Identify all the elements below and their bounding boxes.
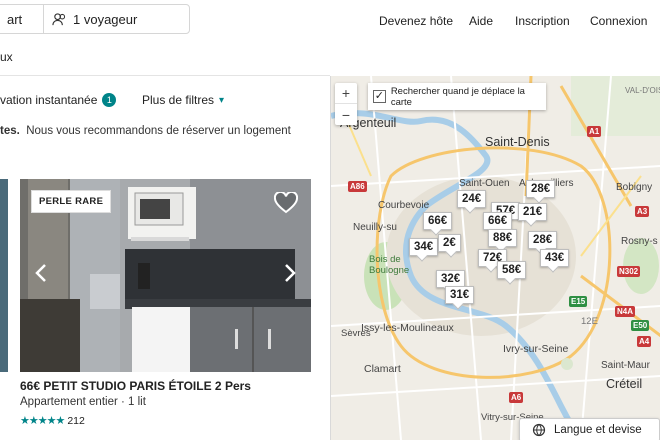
- top-bar: art 1 voyageur Devenez hôte Aide Inscrip…: [0, 0, 660, 42]
- price-pin[interactable]: 31€: [445, 286, 475, 304]
- price-pin[interactable]: 2€: [438, 234, 461, 252]
- price-pin[interactable]: 28€: [528, 231, 558, 249]
- language-currency-label: Langue et devise: [554, 424, 642, 436]
- road-e15: E15: [569, 296, 588, 307]
- price-pin[interactable]: 66€: [483, 212, 513, 230]
- rating-stars: ★★★★★: [20, 415, 65, 427]
- nav-signup[interactable]: Inscription: [515, 14, 570, 28]
- price-pin[interactable]: 34€: [409, 238, 439, 256]
- map-label-issy: Issy-les-Moulineaux: [361, 322, 454, 334]
- map[interactable]: Argenteuil Saint-Denis Saint-Ouen Auberv…: [330, 76, 660, 440]
- date-field[interactable]: art: [0, 4, 44, 34]
- price-pin[interactable]: 66€: [423, 212, 453, 230]
- map-label-saint-maur: Saint-Maur: [601, 360, 650, 371]
- zoom-in-button[interactable]: +: [335, 83, 357, 104]
- map-label-saint-ouen: Saint-Ouen: [459, 178, 510, 189]
- road-e50: E50: [631, 320, 650, 331]
- search-when-moving-toggle[interactable]: ✓ Rechercher quand je déplace la carte: [368, 83, 546, 110]
- zoom-out-button[interactable]: −: [335, 104, 357, 125]
- map-label-bois-de-boulogne: Bois de Boulogne: [369, 254, 410, 276]
- map-label-clamart: Clamart: [364, 363, 401, 375]
- heart-icon[interactable]: [274, 192, 298, 214]
- checkbox-checked-icon[interactable]: ✓: [373, 90, 386, 103]
- review-count: 212: [67, 414, 85, 427]
- chevron-left-icon[interactable]: [33, 262, 49, 284]
- guests-field[interactable]: 1 voyageur: [43, 4, 190, 34]
- price-pin[interactable]: 58€: [497, 261, 527, 279]
- zoom-control: + −: [335, 83, 357, 125]
- map-label-sevres: Sèvres: [341, 328, 371, 339]
- listing-rating: ★★★★★ 212: [20, 414, 85, 428]
- map-label-12e: 12E: [581, 316, 598, 327]
- info-body: Nous vous recommandons de réserver un lo…: [26, 125, 291, 137]
- language-currency-button[interactable]: Langue et devise: [519, 418, 660, 440]
- map-label-ivry: Ivry-sur-Seine: [503, 343, 569, 355]
- divider: [0, 75, 330, 76]
- map-label-neuilly: Neuilly-su: [353, 222, 397, 233]
- road-n302: N302: [617, 266, 641, 277]
- guests-text: 1 voyageur: [73, 11, 138, 27]
- previous-listing-photo[interactable]: [0, 179, 8, 372]
- road-a4: A4: [637, 336, 652, 347]
- nav-help[interactable]: Aide: [469, 14, 493, 28]
- price-pin[interactable]: 24€: [457, 190, 487, 208]
- subrow-text: ux: [0, 50, 13, 64]
- chevron-right-icon[interactable]: [282, 262, 298, 284]
- info-text: tes. Nous vous recommandons de réserver …: [0, 125, 291, 137]
- road-n4: N4A: [615, 306, 636, 317]
- instant-booking-label: vation instantanée: [0, 93, 98, 107]
- road-a6: A6: [509, 392, 524, 403]
- price-pin[interactable]: 21€: [518, 203, 548, 221]
- more-filters-button[interactable]: Plus de filtres ▾: [142, 93, 224, 107]
- date-text: art: [7, 11, 23, 27]
- listing-title[interactable]: 66€ PETIT STUDIO PARIS ÉTOILE 2 Pers: [20, 379, 251, 393]
- map-label-saint-denis: Saint-Denis: [485, 135, 550, 149]
- road-a3: A3: [635, 206, 650, 217]
- guests-icon: [52, 12, 66, 25]
- map-label-val-doise: VAL-D'OISE: [625, 86, 660, 95]
- nav-login[interactable]: Connexion: [590, 14, 647, 28]
- search-when-moving-label: Rechercher quand je déplace la carte: [390, 85, 525, 108]
- instant-booking-filter[interactable]: vation instantanée 1: [0, 93, 117, 107]
- filter-count-badge: 1: [102, 93, 117, 107]
- map-label-bobigny: Bobigny: [616, 182, 653, 193]
- info-bold: tes.: [0, 125, 20, 137]
- map-label-creteil: Créteil: [606, 377, 643, 391]
- road-a86: A86: [348, 181, 367, 192]
- chevron-down-icon: ▾: [219, 94, 225, 106]
- price-pin[interactable]: 43€: [540, 249, 570, 267]
- price-pin[interactable]: 88€: [488, 229, 518, 247]
- globe-icon: [532, 423, 546, 437]
- map-label-courbevoie: Courbevoie: [378, 200, 430, 211]
- listing-subtitle: Appartement entier · 1 lit: [20, 396, 146, 408]
- more-filters-label: Plus de filtres: [142, 93, 215, 107]
- nav-become-host[interactable]: Devenez hôte: [379, 14, 453, 28]
- price-pin[interactable]: 28€: [526, 180, 556, 198]
- road-a1: A1: [587, 126, 602, 137]
- rare-find-badge: PERLE RARE: [31, 190, 112, 213]
- map-label-rosny: Rosny-s: [621, 236, 658, 247]
